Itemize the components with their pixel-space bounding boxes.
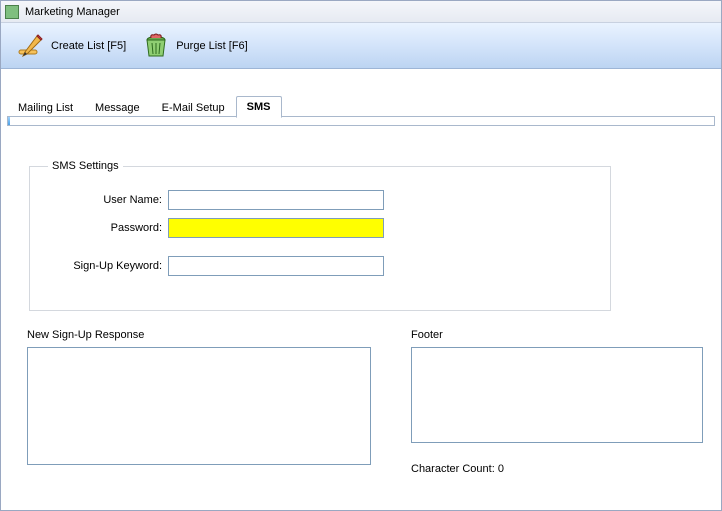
tab-email-setup[interactable]: E-Mail Setup [151,97,236,118]
purge-list-label: Purge List [F6] [176,40,248,52]
footer-label: Footer [411,329,703,341]
purge-list-button[interactable]: Purge List [F6] [136,29,254,63]
signup-keyword-label: Sign-Up Keyword: [48,260,168,272]
create-list-icon [17,32,45,60]
purge-list-icon [142,32,170,60]
create-list-button[interactable]: Create List [F5] [11,29,132,63]
password-label: Password: [48,222,168,234]
tab-content-sms: SMS Settings User Name: Password: Sign-U… [1,126,721,485]
title-bar: Marketing Manager [1,1,721,23]
user-name-label: User Name: [48,194,168,206]
signup-response-label: New Sign-Up Response [27,329,371,341]
user-name-input[interactable] [168,190,384,210]
create-list-label: Create List [F5] [51,40,126,52]
tab-message[interactable]: Message [84,97,151,118]
sms-settings-legend: SMS Settings [48,160,123,172]
tab-mailing-list[interactable]: Mailing List [7,97,84,118]
app-icon [5,5,19,19]
toolbar: Create List [F5] Purge List [F6] [1,23,721,69]
tab-strip: Mailing List Message E-Mail Setup SMS [7,95,715,117]
signup-keyword-input[interactable] [168,256,384,276]
signup-response-textarea[interactable] [27,347,371,465]
footer-char-count: Character Count: 0 [411,463,703,475]
tab-sms[interactable]: SMS [236,96,282,118]
window-title: Marketing Manager [25,6,120,18]
progress-fill [8,117,10,125]
sms-settings-group: SMS Settings User Name: Password: Sign-U… [29,160,611,311]
footer-textarea[interactable] [411,347,703,443]
marketing-manager-window: Marketing Manager Create List [F5] Purge… [0,0,722,511]
password-input[interactable] [168,218,384,238]
